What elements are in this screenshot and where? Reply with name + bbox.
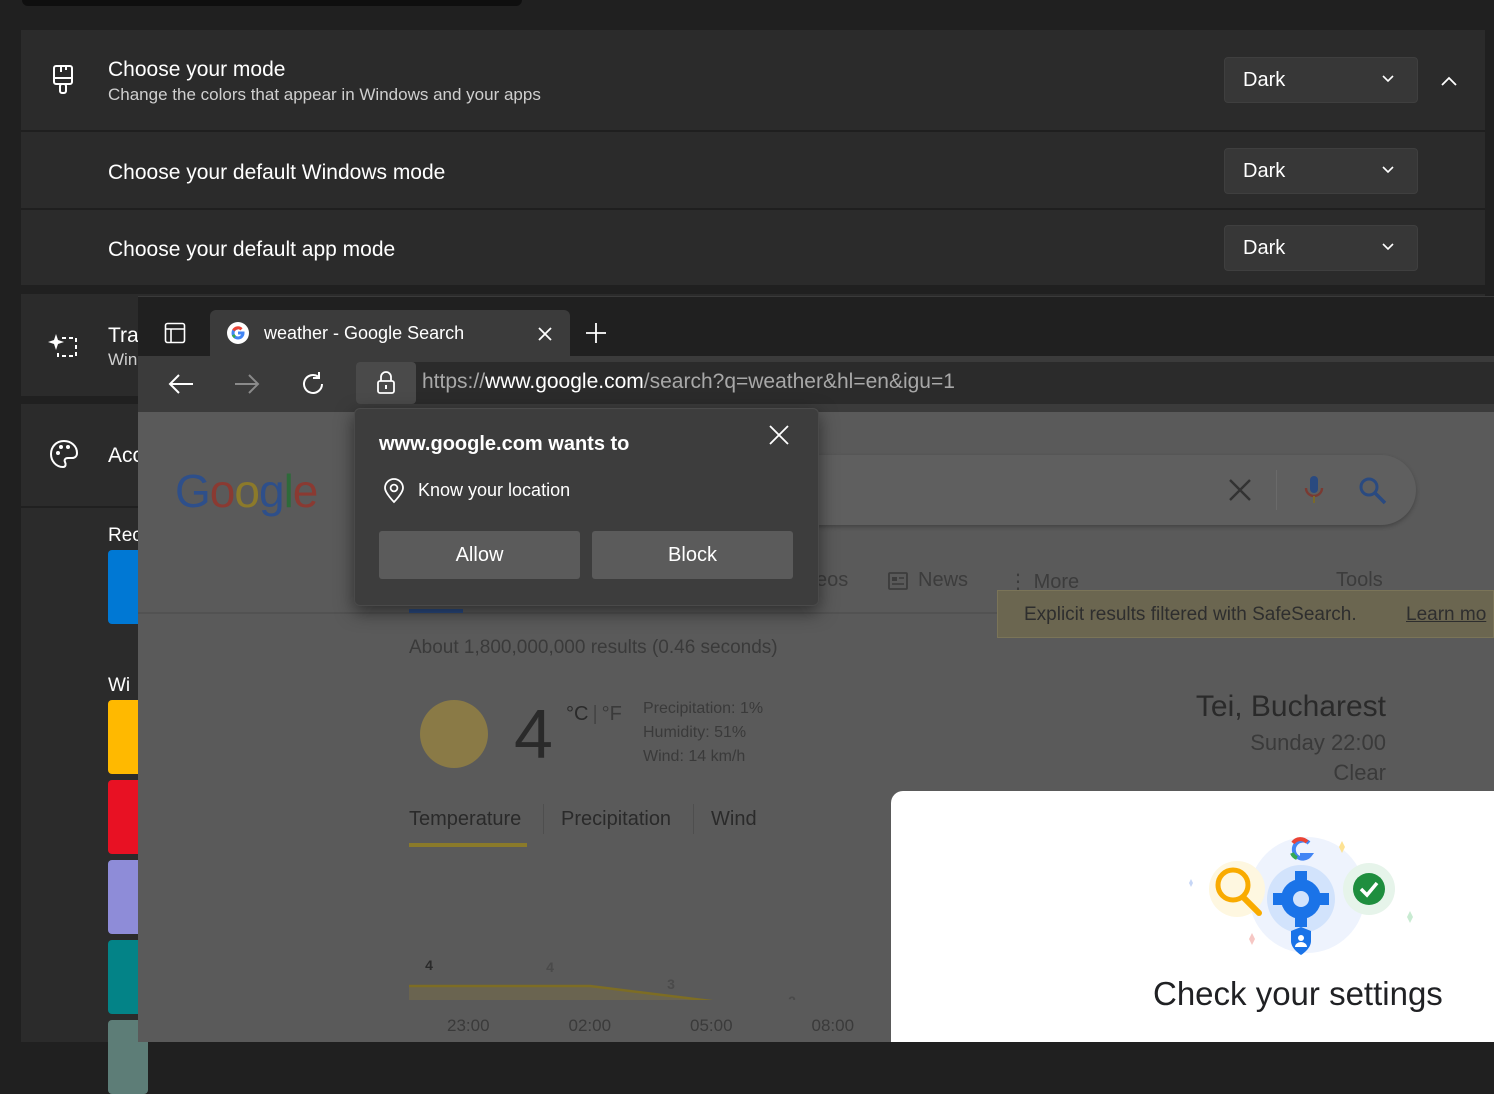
location-permission-dialog: www.google.com wants to Know your locati… xyxy=(354,408,819,606)
scroll-top-bar xyxy=(22,0,522,6)
sun-icon xyxy=(420,700,488,768)
allow-button[interactable]: Allow xyxy=(379,531,580,579)
search-divider xyxy=(1276,470,1277,510)
wind-text: Wind: 14 km/h xyxy=(643,748,746,765)
chart-x-tick: 08:00 xyxy=(811,1016,855,1035)
app-mode-value: Dark xyxy=(1243,237,1286,259)
learn-more-link[interactable]: Learn mo xyxy=(1406,604,1486,626)
weather-tab-divider xyxy=(693,804,694,834)
tab-videos-partial[interactable]: eos xyxy=(816,569,848,592)
tab-precipitation[interactable]: Precipitation xyxy=(561,808,671,831)
windows-mode-value: Dark xyxy=(1243,160,1286,182)
chevron-up-icon[interactable] xyxy=(1440,74,1458,88)
active-tab-indicator xyxy=(409,609,463,613)
google-g-icon xyxy=(227,322,249,344)
transparency-subtitle: Win xyxy=(108,350,138,369)
paintbrush-icon xyxy=(53,65,73,94)
block-button[interactable]: Block xyxy=(592,531,793,579)
chart-x-tick: 02:00 xyxy=(568,1016,612,1035)
app-mode-dropdown[interactable]: Dark xyxy=(1224,225,1418,271)
chart-x-tick: 05:00 xyxy=(690,1016,733,1035)
close-icon[interactable] xyxy=(769,425,789,445)
browser-toolbar: https://www.google.com/search?q=weather&… xyxy=(138,356,1494,412)
check-settings-title: Check your settings xyxy=(1153,975,1443,1012)
windows-mode-title: Choose your default Windows mode xyxy=(108,161,446,184)
check-settings-card[interactable]: Check your settings xyxy=(891,791,1494,1042)
tab-wind[interactable]: Wind xyxy=(711,808,757,831)
permission-title: www.google.com wants to xyxy=(379,433,630,455)
refresh-icon[interactable] xyxy=(300,371,326,397)
forward-arrow-icon[interactable] xyxy=(234,373,260,395)
temperature-data-label: 4 xyxy=(546,959,554,975)
address-bar[interactable]: https://www.google.com/search?q=weather&… xyxy=(356,362,1494,404)
precipitation-text: Precipitation: 1% xyxy=(643,700,764,717)
temperature-chart: 4 4 3 2 xyxy=(409,957,891,1000)
tab-weather[interactable]: weather - Google Search xyxy=(210,310,570,356)
temperature-data-label: 4 xyxy=(425,957,433,973)
chevron-down-icon xyxy=(1382,166,1394,174)
temperature-data-label: 3 xyxy=(667,976,675,992)
microphone-icon[interactable] xyxy=(1302,474,1326,506)
results-count: About 1,800,000,000 results (0.46 second… xyxy=(409,637,778,658)
weather-location: Tei, Bucharest xyxy=(1195,690,1386,723)
tab-news[interactable]: News xyxy=(918,569,968,592)
lock-icon xyxy=(377,371,395,394)
clear-search-icon[interactable] xyxy=(1228,478,1252,502)
transparency-title: Tra xyxy=(108,324,139,347)
choose-mode-title: Choose your mode xyxy=(108,58,286,81)
new-tab-plus-icon[interactable] xyxy=(585,322,607,344)
unit-celsius[interactable]: °C xyxy=(566,703,588,725)
temperature-data-label: 2 xyxy=(788,993,796,1000)
weather-time: Sunday 22:00 xyxy=(1250,730,1386,755)
tab-title: weather - Google Search xyxy=(264,323,465,343)
temperature-value: 4 xyxy=(514,695,553,773)
news-icon xyxy=(888,572,908,590)
site-info-button[interactable] xyxy=(356,362,416,404)
unit-fahrenheit[interactable]: °F xyxy=(602,703,622,725)
tab-temperature[interactable]: Temperature xyxy=(409,808,521,831)
humidity-text: Humidity: 51% xyxy=(643,724,747,741)
windows-colors-label: Wi xyxy=(108,675,131,696)
back-arrow-icon[interactable] xyxy=(168,373,194,395)
weather-tab-divider xyxy=(543,804,544,834)
choose-mode-subtitle: Change the colors that appear in Windows… xyxy=(108,85,541,104)
settings-illustration xyxy=(1189,837,1413,955)
search-icon[interactable] xyxy=(1358,476,1388,506)
chart-x-tick: 23:00 xyxy=(447,1016,490,1035)
chevron-down-icon xyxy=(1382,75,1394,83)
tab-actions-icon[interactable] xyxy=(164,322,186,344)
weather-condition: Clear xyxy=(1333,760,1386,785)
mode-dropdown-value: Dark xyxy=(1243,69,1286,91)
windows-mode-dropdown[interactable]: Dark xyxy=(1224,148,1418,194)
safesearch-text: Explicit results filtered with SafeSearc… xyxy=(1024,604,1357,625)
url-text: https://www.google.com/search?q=weather&… xyxy=(422,370,955,393)
recent-colors-label: Rec xyxy=(108,525,142,546)
permission-item: Know your location xyxy=(418,480,571,500)
google-logo: Google xyxy=(175,465,318,517)
palette-icon xyxy=(49,439,79,469)
temperature-tab-indicator xyxy=(409,843,527,847)
safesearch-banner: Explicit results filtered with SafeSearc… xyxy=(997,590,1494,638)
tools-button[interactable]: Tools xyxy=(1336,569,1383,592)
chevron-down-icon xyxy=(1382,243,1394,251)
close-tab-icon[interactable] xyxy=(538,327,552,341)
mode-dropdown[interactable]: Dark xyxy=(1224,57,1418,103)
transparency-sparkle-icon xyxy=(48,334,77,357)
app-mode-title: Choose your default app mode xyxy=(108,238,396,261)
unit-toggle[interactable]: °C | °F xyxy=(566,703,622,726)
location-pin-icon xyxy=(384,478,404,504)
